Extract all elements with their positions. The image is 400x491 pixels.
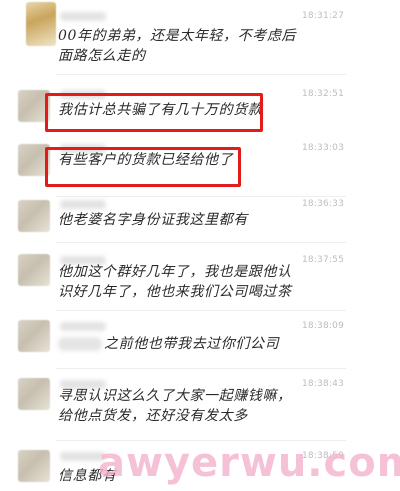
avatar[interactable] — [26, 2, 56, 46]
watermark: awyerwu.com — [98, 440, 400, 486]
chat-message: 18:38:09 之前他也带我去过你们公司 — [0, 318, 400, 366]
message-text: 寻思认识这么久了大家一起赚钱嘛，给他点货发，还好没有发太多 — [58, 388, 292, 424]
message-time: 18:38:09 — [301, 321, 344, 331]
chat-message: 18:38:43 寻思认识这么久了大家一起赚钱嘛，给他点货发，还好没有发太多 — [0, 376, 400, 438]
message-time: 18:31:27 — [301, 11, 344, 21]
message-text: 之前他也带我去过你们公司 — [58, 334, 306, 354]
avatar[interactable] — [18, 200, 50, 232]
message-text: 他老婆名字身份证我这里都有 — [58, 212, 248, 228]
chat-message: 18:31:27 00年的弟弟，还是太年轻，不考虑后面路怎么走的 — [0, 2, 400, 68]
chat-message: 18:37:55 他加这个群好几年了，我也是跟他认识好几年了，他也来我们公司喝过… — [0, 252, 400, 314]
sender-name-blurred — [60, 200, 106, 209]
avatar[interactable] — [18, 378, 50, 410]
message-time: 18:36:33 — [301, 199, 344, 209]
sender-name-blurred — [60, 12, 106, 21]
divider — [56, 74, 346, 75]
divider — [56, 368, 346, 369]
message-text-body: 之前他也带我去过你们公司 — [104, 336, 280, 352]
chat-thread[interactable]: 18:31:27 00年的弟弟，还是太年轻，不考虑后面路怎么走的 18:32:5… — [0, 0, 400, 491]
chat-message: 18:36:33 他老婆名字身份证我这里都有 — [0, 196, 400, 234]
highlight-box — [45, 93, 263, 132]
message-text: 00年的弟弟，还是太年轻，不考虑后面路怎么走的 — [58, 28, 297, 64]
divider — [56, 242, 346, 243]
avatar[interactable] — [18, 320, 50, 352]
message-time: 18:37:55 — [301, 255, 344, 265]
highlight-box — [45, 147, 241, 187]
message-time: 18:32:51 — [301, 89, 344, 99]
message-time: 18:33:03 — [301, 143, 344, 153]
message-time: 18:38:43 — [301, 379, 344, 389]
avatar[interactable] — [18, 254, 50, 286]
sender-name-blurred — [60, 322, 106, 331]
divider — [56, 310, 346, 311]
mention-blurred — [58, 337, 102, 351]
avatar[interactable] — [18, 450, 50, 482]
message-text: 他加这个群好几年了，我也是跟他认识好几年了，他也来我们公司喝过茶 — [58, 264, 292, 300]
